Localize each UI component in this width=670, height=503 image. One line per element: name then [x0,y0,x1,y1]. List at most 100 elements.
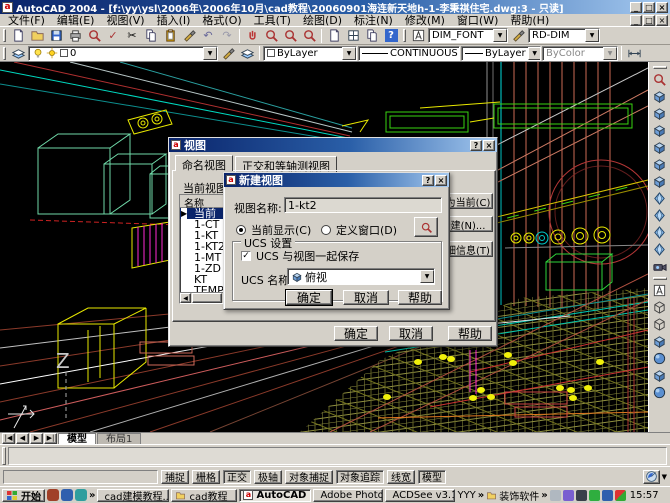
toolbar-grip[interactable] [653,66,667,69]
toolbar-chevron[interactable]: » [541,490,547,501]
copy-icon[interactable] [142,28,160,44]
menu-view[interactable]: 视图(V) [100,12,150,28]
menu-window[interactable]: 窗口(W) [451,12,504,28]
quicklaunch-icon-2[interactable] [61,489,73,501]
pan-icon[interactable] [243,28,261,44]
dialog-close-button[interactable]: × [435,175,447,186]
menu-format[interactable]: 格式(O) [196,12,247,28]
make-object-layer-icon[interactable] [219,45,237,61]
redo-icon[interactable]: ↷ [218,28,236,44]
layers-icon[interactable] [9,45,27,61]
shade-flat-edges-icon[interactable] [651,367,669,384]
menu-tools[interactable]: 工具(T) [248,12,297,28]
tray-icon-3[interactable] [576,490,587,501]
dim-style-combo[interactable]: RD-DIM ▼ [528,28,600,43]
close-button[interactable]: × [656,2,668,13]
layer-combo[interactable]: 0 ▼ [28,46,218,61]
first-tab-button[interactable]: |◀ [2,433,15,444]
polar-toggle[interactable]: 极轴 [254,470,282,484]
tray-icon-4[interactable] [589,490,600,501]
menu-edit[interactable]: 编辑(E) [51,12,101,28]
checkbox-icon[interactable]: ✓ [241,251,251,261]
new-icon[interactable] [9,28,27,44]
restore-button[interactable]: □ [643,2,655,13]
save-icon[interactable] [47,28,65,44]
start-button[interactable]: 开始 [2,489,45,502]
help-icon[interactable]: ? [382,28,400,44]
ortho-toggle[interactable]: 正交 [223,470,251,484]
tray-icon-2[interactable] [563,490,574,501]
shade-gouraud-edges-icon[interactable] [651,384,669,401]
dropdown-arrow-icon[interactable]: ▼ [342,47,356,60]
prev-tab-button[interactable]: ◀ [16,433,29,444]
taskbar-window-autocad[interactable]: a AutoCAD 200... [239,489,311,502]
radio-define-window[interactable]: 定义窗口(D) [321,222,397,238]
se-isometric-icon[interactable] [651,207,669,224]
ne-isometric-icon[interactable] [651,224,669,241]
scrollbar-thumb[interactable] [192,293,222,303]
taskbar-window-acdsee[interactable]: ACDSee v3.1... [385,489,455,502]
quicklaunch-chevron[interactable]: » [89,490,95,501]
dropdown-arrow-icon[interactable]: ▼ [493,29,507,42]
menu-insert[interactable]: 插入(I) [151,12,197,28]
plotstyle-combo[interactable]: ByColor ▼ [542,46,618,61]
open-icon[interactable] [28,28,46,44]
dialog-help-button[interactable]: ? [470,140,482,151]
last-tab-button[interactable]: ▶| [44,433,57,444]
doc-restore-button[interactable]: □ [643,15,655,26]
radio-button-icon[interactable] [321,225,331,235]
menu-draw[interactable]: 绘图(D) [297,12,348,28]
shade-hidden-icon[interactable] [651,316,669,333]
shade-2d-wireframe-icon[interactable] [651,282,669,299]
lineweight-toggle[interactable]: 线宽 [387,470,415,484]
toolbar-chevron[interactable]: » [478,490,484,501]
command-input-area[interactable] [8,447,667,465]
view-ok-button[interactable]: 确定 [334,326,378,341]
paste-icon[interactable] [161,28,179,44]
dim-style-icon[interactable] [509,28,527,44]
plot-preview-icon[interactable] [85,28,103,44]
undo-icon[interactable]: ↶ [199,28,217,44]
shade-flat-icon[interactable] [651,333,669,350]
quicklaunch-icon-1[interactable] [47,489,59,501]
define-window-picker-button[interactable] [414,217,438,237]
new-view-cancel-button[interactable]: 取消 [343,290,389,305]
dropdown-arrow-icon[interactable]: ▼ [420,270,434,283]
back-view-icon[interactable] [651,173,669,190]
menu-modify[interactable]: 修改(M) [399,12,451,28]
osnap-toggle[interactable]: 对象捕捉 [285,470,333,484]
left-view-icon[interactable] [651,122,669,139]
zoom-realtime-icon[interactable] [262,28,280,44]
linetype-combo[interactable]: CONTINUOUS ▼ [358,46,460,61]
linear-dimension-icon[interactable] [625,45,643,61]
tray-icon-5[interactable] [602,490,613,501]
match-properties-icon[interactable] [180,28,198,44]
command-window[interactable] [0,444,670,466]
dropdown-arrow-icon[interactable]: ▼ [603,47,617,60]
cut-icon[interactable]: ✂ [123,28,141,44]
sw-isometric-icon[interactable] [651,190,669,207]
view-cancel-button[interactable]: 取消 [389,326,433,341]
top-view-icon[interactable] [651,88,669,105]
right-view-icon[interactable] [651,139,669,156]
properties-icon[interactable] [325,28,343,44]
toolbar-grip[interactable] [3,47,6,60]
tab-named-views[interactable]: 命名视图 [175,155,233,171]
tray-icon-6[interactable] [615,490,626,501]
new-view-ok-button[interactable]: 确定 [286,290,332,305]
snap-toggle[interactable]: 捕捉 [161,470,189,484]
quicklaunch-icon-3[interactable] [75,489,87,501]
plot-icon[interactable] [66,28,84,44]
toolbar-grip[interactable] [653,277,667,280]
shade-3d-wireframe-icon[interactable] [651,299,669,316]
view-name-input[interactable]: 1-kt2 [284,197,442,213]
next-tab-button[interactable]: ▶ [30,433,43,444]
tab-layout1[interactable]: 布局1 [97,433,141,444]
new-view-help-button[interactable]: 帮助 [398,290,442,305]
view-dialog-titlebar[interactable]: a 视图 ? × [169,138,497,152]
tab-model[interactable]: 模型 [58,433,96,444]
doc-minimize-button[interactable]: _ [630,15,642,26]
toolbar-grip[interactable] [3,29,6,42]
tool-palettes-icon[interactable] [363,28,381,44]
toolbar-grip[interactable] [403,29,406,42]
